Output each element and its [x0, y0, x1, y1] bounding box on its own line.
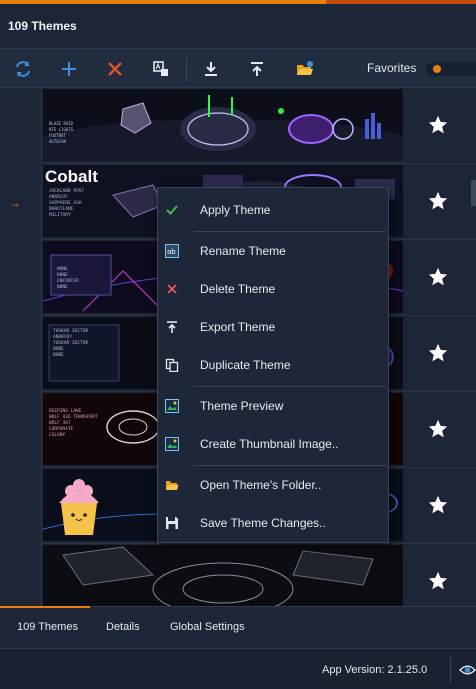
- folder-icon: [297, 61, 313, 75]
- tab-themes[interactable]: 109 Themes: [17, 621, 78, 633]
- favorite-star-icon[interactable]: [427, 114, 449, 136]
- theme-thumbnail[interactable]: BLAZE RAID NTE LIGHTS FOXTROT AUTOCAN: [43, 89, 403, 161]
- tab-details[interactable]: Details: [106, 621, 140, 633]
- status-separator: [450, 657, 451, 683]
- eye-icon[interactable]: [459, 663, 476, 677]
- title-bar: 109 Themes: [0, 4, 476, 48]
- export-icon: [165, 320, 179, 334]
- close-icon: [165, 282, 179, 296]
- svg-text:BLAZE RAID: BLAZE RAID: [49, 121, 74, 126]
- favorite-star-icon[interactable]: [427, 570, 449, 592]
- menu-item-label: Export Theme: [200, 320, 276, 334]
- menu-item-open-folder[interactable]: Open Theme's Folder..: [158, 467, 388, 503]
- toolbar-separator: [186, 57, 187, 81]
- tab-bar: 109 Themes Details Global Settings: [0, 606, 476, 648]
- menu-item-duplicate-theme[interactable]: Duplicate Theme: [158, 347, 388, 383]
- app-version: App Version: 2.1.25.0: [322, 664, 428, 676]
- menu-separator: [194, 386, 386, 387]
- menu-item-label: Theme Preview: [200, 399, 284, 413]
- import-theme-button[interactable]: [197, 55, 225, 83]
- delete-icon: [108, 62, 122, 76]
- import-icon: [205, 62, 217, 76]
- tab-global-settings[interactable]: Global Settings: [170, 621, 245, 633]
- selected-row-arrow-icon: →: [9, 196, 21, 210]
- favorite-star-icon[interactable]: [427, 190, 449, 212]
- hud-detail-text: TUSKAR SECTOR ANARCHY TUSKAR SECTOR NONE…: [53, 329, 89, 358]
- menu-item-export-theme[interactable]: Export Theme: [158, 309, 388, 345]
- favorite-star-icon[interactable]: [427, 342, 449, 364]
- svg-text:FOXTROT: FOXTROT: [49, 133, 66, 138]
- svg-text:NTE LIGHTS: NTE LIGHTS: [49, 127, 74, 132]
- row-gutter: [0, 88, 42, 606]
- menu-item-create-thumbnail[interactable]: Create Thumbnail Image..: [158, 426, 388, 462]
- menu-item-label: Save Theme Changes..: [200, 516, 326, 530]
- menu-item-label: Duplicate Theme: [200, 358, 291, 372]
- menu-item-delete-theme[interactable]: Delete Theme: [158, 271, 388, 307]
- open-folder-button[interactable]: [291, 55, 319, 83]
- theme-thumbnail[interactable]: [43, 545, 403, 606]
- hud-detail-text: NONE NONE ENFORCER NONE: [57, 267, 79, 290]
- menu-item-theme-preview[interactable]: Theme Preview: [158, 388, 388, 424]
- export-icon: [251, 62, 263, 76]
- save-icon: [165, 516, 179, 530]
- window-title: 109 Themes: [8, 19, 77, 33]
- menu-item-label: Rename Theme: [200, 244, 286, 258]
- menu-item-rename-theme[interactable]: ab Rename Theme: [158, 233, 388, 269]
- menu-item-label: Create Thumbnail Image..: [200, 437, 339, 451]
- theme-title: Cobalt: [45, 167, 98, 186]
- active-tab-indicator: [0, 606, 90, 608]
- folder-open-icon: [165, 478, 179, 492]
- image-icon: [165, 437, 179, 451]
- copy-icon: [165, 358, 179, 372]
- menu-separator: [194, 231, 386, 232]
- check-icon: [165, 203, 179, 217]
- menu-item-save-changes[interactable]: Save Theme Changes..: [158, 505, 388, 541]
- theme-context-menu: Apply Theme ab Rename Theme Delete Theme…: [157, 187, 389, 543]
- menu-item-label: Apply Theme: [200, 203, 271, 217]
- export-theme-button[interactable]: [243, 55, 271, 83]
- favorite-star-icon[interactable]: [427, 494, 449, 516]
- rename-icon: [153, 61, 168, 76]
- theme-row[interactable]: [42, 544, 476, 606]
- status-bar: App Version: 2.1.25.0: [0, 648, 476, 689]
- delete-theme-button[interactable]: [101, 55, 129, 83]
- refresh-icon: [16, 61, 30, 77]
- favorite-star-icon[interactable]: [427, 266, 449, 288]
- favorite-star-icon[interactable]: [427, 418, 449, 440]
- rename-icon: ab: [165, 244, 179, 258]
- hud-detail-text: DEEPING LAKE WOLF 436 TRANSPORT WOLF 367…: [49, 409, 98, 438]
- theme-row[interactable]: BLAZE RAID NTE LIGHTS FOXTROT AUTOCAN: [42, 88, 476, 164]
- menu-item-apply-theme[interactable]: Apply Theme: [158, 192, 388, 228]
- hud-detail-text: JACKLAND POST ANARCHY SAPPHIRE ASH NAROT…: [49, 189, 85, 218]
- toolbar: Favorites: [0, 48, 476, 88]
- rename-theme-button[interactable]: [147, 55, 175, 83]
- scrollbar-thumb[interactable]: [471, 180, 476, 206]
- svg-text:AUTOCAN: AUTOCAN: [49, 139, 66, 144]
- add-theme-button[interactable]: [55, 55, 83, 83]
- favorites-toggle[interactable]: [426, 62, 476, 76]
- favorites-toggle-knob: [433, 65, 441, 73]
- refresh-button[interactable]: [9, 55, 37, 83]
- menu-item-label: Delete Theme: [200, 282, 276, 296]
- menu-separator: [194, 465, 386, 466]
- menu-item-label: Open Theme's Folder..: [200, 478, 322, 492]
- preview-icon: [165, 399, 179, 413]
- favorites-label: Favorites: [367, 61, 417, 75]
- add-icon: [62, 62, 76, 76]
- svg-text:ab: ab: [167, 248, 176, 256]
